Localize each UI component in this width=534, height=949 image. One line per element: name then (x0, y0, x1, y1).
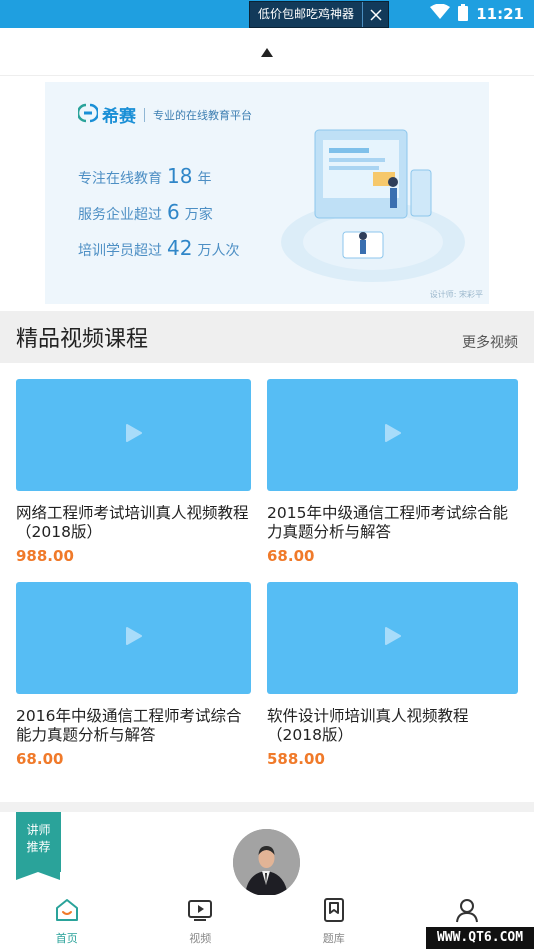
close-icon[interactable] (362, 2, 388, 27)
course-card[interactable]: 网络工程师考试培训真人视频教程（2018版） 988.00 (16, 379, 251, 565)
brand-slogan: 专业的在线教育平台 (153, 108, 252, 122)
status-bar: 低价包邮吃鸡神器 11:21 (0, 0, 534, 28)
tab-question-bank[interactable]: 题库 (267, 895, 401, 949)
ad-text[interactable]: 低价包邮吃鸡神器 (250, 2, 362, 27)
video-icon[interactable] (187, 897, 213, 927)
online-education-illustration (273, 112, 473, 286)
stat-students: 培训学员超过 42 万人次 (78, 236, 239, 260)
stat-unit: 万人次 (197, 243, 240, 259)
stat-label: 服务企业超过 (78, 207, 162, 223)
user-icon[interactable] (454, 897, 480, 927)
stat-unit: 年 (197, 171, 212, 187)
designer-credit: 设计师: 宋彩平 (429, 290, 483, 299)
stat-label: 培训学员超过 (78, 243, 162, 259)
teacher-tag-line: 推荐 (26, 840, 51, 854)
tab-video[interactable]: 视频 (134, 895, 268, 949)
stat-number: 18 (167, 164, 193, 188)
play-icon[interactable] (125, 627, 142, 649)
status-indicators: 11:21 (430, 0, 524, 28)
section-header: 精品视频课程 更多视频 (0, 311, 534, 363)
stat-years: 专注在线教育 18 年 (78, 164, 211, 188)
course-card[interactable]: 2016年中级通信工程师考试综合能力真题分析与解答 68.00 (16, 582, 251, 768)
course-title[interactable]: 软件设计师培训真人视频教程（2018版） (267, 707, 518, 745)
tab-home[interactable]: 首页 (0, 895, 134, 949)
section-title: 精品视频课程 (16, 327, 149, 352)
course-thumbnail[interactable] (267, 379, 518, 491)
caret-up-icon[interactable] (261, 42, 273, 61)
course-thumbnail[interactable] (16, 379, 251, 491)
teacher-avatar[interactable] (233, 829, 300, 896)
course-thumbnail[interactable] (16, 582, 251, 694)
brand-name: 希赛 (102, 107, 136, 127)
course-title[interactable]: 网络工程师考试培训真人视频教程（2018版） (16, 504, 251, 542)
course-title[interactable]: 2015年中级通信工程师考试综合能力真题分析与解答 (267, 504, 518, 542)
home-icon[interactable] (54, 897, 80, 927)
teacher-recommend-tag[interactable]: 讲师 推荐 (16, 812, 61, 880)
watermark: WWW.QT6.COM (426, 927, 534, 949)
stat-label: 专注在线教育 (78, 171, 162, 187)
battery-icon (458, 3, 469, 25)
brand-logo-icon (76, 103, 100, 127)
course-card[interactable]: 2015年中级通信工程师考试综合能力真题分析与解答 68.00 (267, 379, 518, 565)
tab-label[interactable]: 首页 (56, 930, 78, 946)
stat-number: 42 (167, 236, 193, 260)
tab-label[interactable]: 视频 (189, 930, 211, 946)
course-title[interactable]: 2016年中级通信工程师考试综合能力真题分析与解答 (16, 707, 251, 745)
course-card[interactable]: 软件设计师培训真人视频教程（2018版） 588.00 (267, 582, 518, 768)
brand-divider (144, 107, 145, 122)
stat-number: 6 (167, 200, 180, 224)
brand: 希赛 专业的在线教育平台 (76, 102, 252, 127)
course-price: 68.00 (267, 547, 315, 565)
course-price: 68.00 (16, 750, 64, 768)
ad-notification[interactable]: 低价包邮吃鸡神器 (249, 1, 390, 28)
status-time: 11:21 (476, 5, 524, 23)
play-icon[interactable] (384, 627, 401, 649)
promo-banner[interactable]: 希赛 专业的在线教育平台 专注在线教育 18 年 服务企业超过 6 万家 培训学员超过 4… (45, 82, 489, 304)
section-divider (0, 802, 534, 812)
teacher-tag-line: 讲师 (26, 823, 51, 837)
course-price: 988.00 (16, 547, 74, 565)
bookmark-icon[interactable] (321, 897, 347, 927)
play-icon[interactable] (384, 424, 401, 446)
collapse-toggle[interactable] (0, 28, 534, 76)
course-price: 588.00 (267, 750, 325, 768)
stat-companies: 服务企业超过 6 万家 (78, 200, 213, 224)
tab-label[interactable]: 题库 (323, 930, 345, 946)
play-icon[interactable] (125, 424, 142, 446)
stat-unit: 万家 (184, 207, 213, 223)
course-thumbnail[interactable] (267, 582, 518, 694)
more-videos-link[interactable]: 更多视频 (462, 332, 518, 352)
wifi-icon (430, 3, 451, 24)
